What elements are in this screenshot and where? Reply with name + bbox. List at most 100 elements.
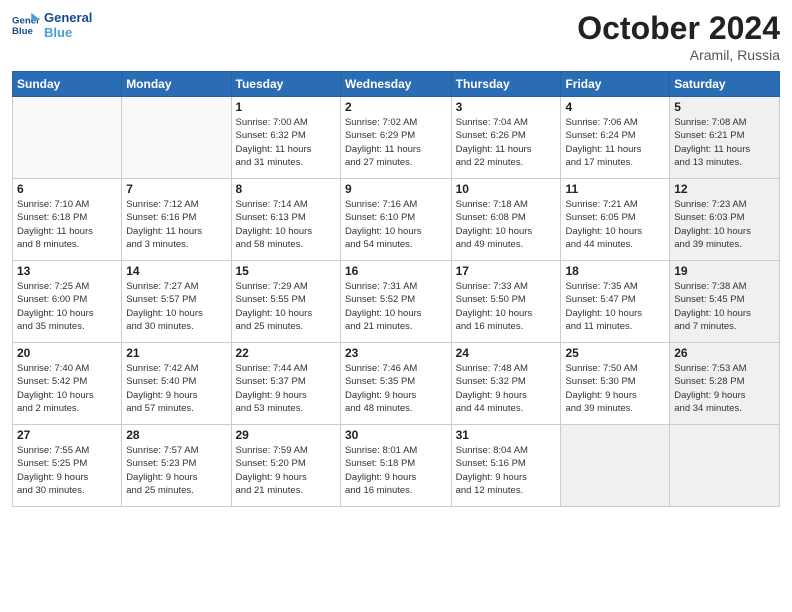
day-cell-2-5: 18 Sunrise: 7:35 AM Sunset: 5:47 PM Dayli… xyxy=(561,261,670,343)
week-row-5: 27Sunrise: 7:55 AM Sunset: 5:25 PM Dayli… xyxy=(13,425,780,507)
day-number: 17 xyxy=(456,264,557,278)
day-number: 29 xyxy=(236,428,336,442)
col-wednesday: Wednesday xyxy=(340,72,451,97)
day-detail: Sunrise: 8:04 AM Sunset: 5:16 PM Dayligh… xyxy=(456,444,557,497)
day-detail: Sunrise: 7:53 AM Sunset: 5:28 PM Dayligh… xyxy=(674,362,775,415)
page: General Blue General Blue October 2024 A… xyxy=(0,0,792,612)
day-cell-2-0: 13Sunrise: 7:25 AM Sunset: 6:00 PM Dayli… xyxy=(13,261,122,343)
day-number: 1 xyxy=(236,100,336,114)
logo-icon: General Blue xyxy=(12,11,40,39)
day-number: 11 xyxy=(565,182,665,196)
day-cell-3-6: 26Sunrise: 7:53 AM Sunset: 5:28 PM Dayli… xyxy=(670,343,780,425)
day-cell-2-2: 15 Sunrise: 7:29 AM Sunset: 5:55 PM Dayli… xyxy=(231,261,340,343)
day-number: 9 xyxy=(345,182,447,196)
day-number: 7 xyxy=(126,182,226,196)
title-area: October 2024 Aramil, Russia xyxy=(577,10,780,63)
day-cell-0-2: 1 Sunrise: 7:00 AM Sunset: 6:32 PM Daylig… xyxy=(231,97,340,179)
day-number: 6 xyxy=(17,182,117,196)
day-cell-3-1: 21Sunrise: 7:42 AM Sunset: 5:40 PM Dayli… xyxy=(122,343,231,425)
day-detail: Sunrise: 8:01 AM Sunset: 5:18 PM Dayligh… xyxy=(345,444,447,497)
day-number: 18 xyxy=(565,264,665,278)
week-row-1: 1 Sunrise: 7:00 AM Sunset: 6:32 PM Daylig… xyxy=(13,97,780,179)
day-detail: Sunrise: 7:35 AM Sunset: 5:47 PM Dayligh… xyxy=(565,280,665,333)
day-number: 30 xyxy=(345,428,447,442)
day-detail: Sunrise: 7:50 AM Sunset: 5:30 PM Dayligh… xyxy=(565,362,665,415)
day-cell-2-3: 16 Sunrise: 7:31 AM Sunset: 5:52 PM Dayli… xyxy=(340,261,451,343)
day-cell-4-2: 29 Sunrise: 7:59 AM Sunset: 5:20 PM Dayli… xyxy=(231,425,340,507)
day-cell-1-6: 12 Sunrise: 7:23 AM Sunset: 6:03 PM Dayli… xyxy=(670,179,780,261)
day-number: 10 xyxy=(456,182,557,196)
week-row-4: 20 Sunrise: 7:40 AM Sunset: 5:42 PM Dayli… xyxy=(13,343,780,425)
week-row-2: 6Sunrise: 7:10 AM Sunset: 6:18 PM Daylig… xyxy=(13,179,780,261)
day-number: 22 xyxy=(236,346,336,360)
day-detail: Sunrise: 7:59 AM Sunset: 5:20 PM Dayligh… xyxy=(236,444,336,497)
day-number: 8 xyxy=(236,182,336,196)
day-detail: Sunrise: 7:12 AM Sunset: 6:16 PM Dayligh… xyxy=(126,198,226,251)
day-detail: Sunrise: 7:06 AM Sunset: 6:24 PM Dayligh… xyxy=(565,116,665,169)
day-number: 12 xyxy=(674,182,775,196)
day-number: 4 xyxy=(565,100,665,114)
day-cell-1-2: 8 Sunrise: 7:14 AM Sunset: 6:13 PM Daylig… xyxy=(231,179,340,261)
day-number: 5 xyxy=(674,100,775,114)
day-detail: Sunrise: 7:48 AM Sunset: 5:32 PM Dayligh… xyxy=(456,362,557,415)
day-detail: Sunrise: 7:40 AM Sunset: 5:42 PM Dayligh… xyxy=(17,362,117,415)
day-detail: Sunrise: 7:08 AM Sunset: 6:21 PM Dayligh… xyxy=(674,116,775,169)
day-cell-2-4: 17 Sunrise: 7:33 AM Sunset: 5:50 PM Dayli… xyxy=(451,261,561,343)
day-number: 3 xyxy=(456,100,557,114)
day-detail: Sunrise: 7:14 AM Sunset: 6:13 PM Dayligh… xyxy=(236,198,336,251)
day-detail: Sunrise: 7:33 AM Sunset: 5:50 PM Dayligh… xyxy=(456,280,557,333)
day-cell-1-0: 6Sunrise: 7:10 AM Sunset: 6:18 PM Daylig… xyxy=(13,179,122,261)
day-detail: Sunrise: 7:25 AM Sunset: 6:00 PM Dayligh… xyxy=(17,280,117,333)
col-thursday: Thursday xyxy=(451,72,561,97)
day-detail: Sunrise: 7:46 AM Sunset: 5:35 PM Dayligh… xyxy=(345,362,447,415)
day-number: 14 xyxy=(126,264,226,278)
day-detail: Sunrise: 7:16 AM Sunset: 6:10 PM Dayligh… xyxy=(345,198,447,251)
day-detail: Sunrise: 7:44 AM Sunset: 5:37 PM Dayligh… xyxy=(236,362,336,415)
day-number: 24 xyxy=(456,346,557,360)
day-detail: Sunrise: 7:21 AM Sunset: 6:05 PM Dayligh… xyxy=(565,198,665,251)
day-number: 28 xyxy=(126,428,226,442)
day-cell-0-3: 2Sunrise: 7:02 AM Sunset: 6:29 PM Daylig… xyxy=(340,97,451,179)
day-detail: Sunrise: 7:23 AM Sunset: 6:03 PM Dayligh… xyxy=(674,198,775,251)
day-cell-1-4: 10 Sunrise: 7:18 AM Sunset: 6:08 PM Dayli… xyxy=(451,179,561,261)
day-cell-3-0: 20 Sunrise: 7:40 AM Sunset: 5:42 PM Dayli… xyxy=(13,343,122,425)
day-cell-0-1 xyxy=(122,97,231,179)
day-number: 20 xyxy=(17,346,117,360)
day-number: 27 xyxy=(17,428,117,442)
day-number: 23 xyxy=(345,346,447,360)
day-detail: Sunrise: 7:29 AM Sunset: 5:55 PM Dayligh… xyxy=(236,280,336,333)
day-cell-0-4: 3Sunrise: 7:04 AM Sunset: 6:26 PM Daylig… xyxy=(451,97,561,179)
day-number: 31 xyxy=(456,428,557,442)
col-monday: Monday xyxy=(122,72,231,97)
day-cell-3-3: 23 Sunrise: 7:46 AM Sunset: 5:35 PM Dayli… xyxy=(340,343,451,425)
day-detail: Sunrise: 7:27 AM Sunset: 5:57 PM Dayligh… xyxy=(126,280,226,333)
svg-text:Blue: Blue xyxy=(12,26,33,37)
col-tuesday: Tuesday xyxy=(231,72,340,97)
day-detail: Sunrise: 7:38 AM Sunset: 5:45 PM Dayligh… xyxy=(674,280,775,333)
day-cell-4-0: 27Sunrise: 7:55 AM Sunset: 5:25 PM Dayli… xyxy=(13,425,122,507)
day-detail: Sunrise: 7:18 AM Sunset: 6:08 PM Dayligh… xyxy=(456,198,557,251)
day-detail: Sunrise: 7:31 AM Sunset: 5:52 PM Dayligh… xyxy=(345,280,447,333)
calendar-header-row: Sunday Monday Tuesday Wednesday Thursday… xyxy=(13,72,780,97)
day-detail: Sunrise: 7:00 AM Sunset: 6:32 PM Dayligh… xyxy=(236,116,336,169)
day-number: 15 xyxy=(236,264,336,278)
day-cell-4-5 xyxy=(561,425,670,507)
logo-subtext: Blue xyxy=(44,25,92,40)
day-number: 21 xyxy=(126,346,226,360)
day-cell-2-6: 19Sunrise: 7:38 AM Sunset: 5:45 PM Dayli… xyxy=(670,261,780,343)
day-number: 25 xyxy=(565,346,665,360)
logo: General Blue General Blue xyxy=(12,10,92,40)
day-cell-4-4: 31 Sunrise: 8:04 AM Sunset: 5:16 PM Dayli… xyxy=(451,425,561,507)
day-cell-0-6: 5 Sunrise: 7:08 AM Sunset: 6:21 PM Daylig… xyxy=(670,97,780,179)
day-cell-2-1: 14 Sunrise: 7:27 AM Sunset: 5:57 PM Dayli… xyxy=(122,261,231,343)
day-cell-3-4: 24 Sunrise: 7:48 AM Sunset: 5:32 PM Dayli… xyxy=(451,343,561,425)
logo-text: General xyxy=(44,10,92,25)
location: Aramil, Russia xyxy=(577,47,780,63)
day-number: 16 xyxy=(345,264,447,278)
day-number: 2 xyxy=(345,100,447,114)
col-saturday: Saturday xyxy=(670,72,780,97)
day-cell-3-5: 25 Sunrise: 7:50 AM Sunset: 5:30 PM Dayli… xyxy=(561,343,670,425)
day-cell-0-5: 4 Sunrise: 7:06 AM Sunset: 6:24 PM Daylig… xyxy=(561,97,670,179)
day-cell-3-2: 22 Sunrise: 7:44 AM Sunset: 5:37 PM Dayli… xyxy=(231,343,340,425)
day-cell-4-3: 30 Sunrise: 8:01 AM Sunset: 5:18 PM Dayli… xyxy=(340,425,451,507)
